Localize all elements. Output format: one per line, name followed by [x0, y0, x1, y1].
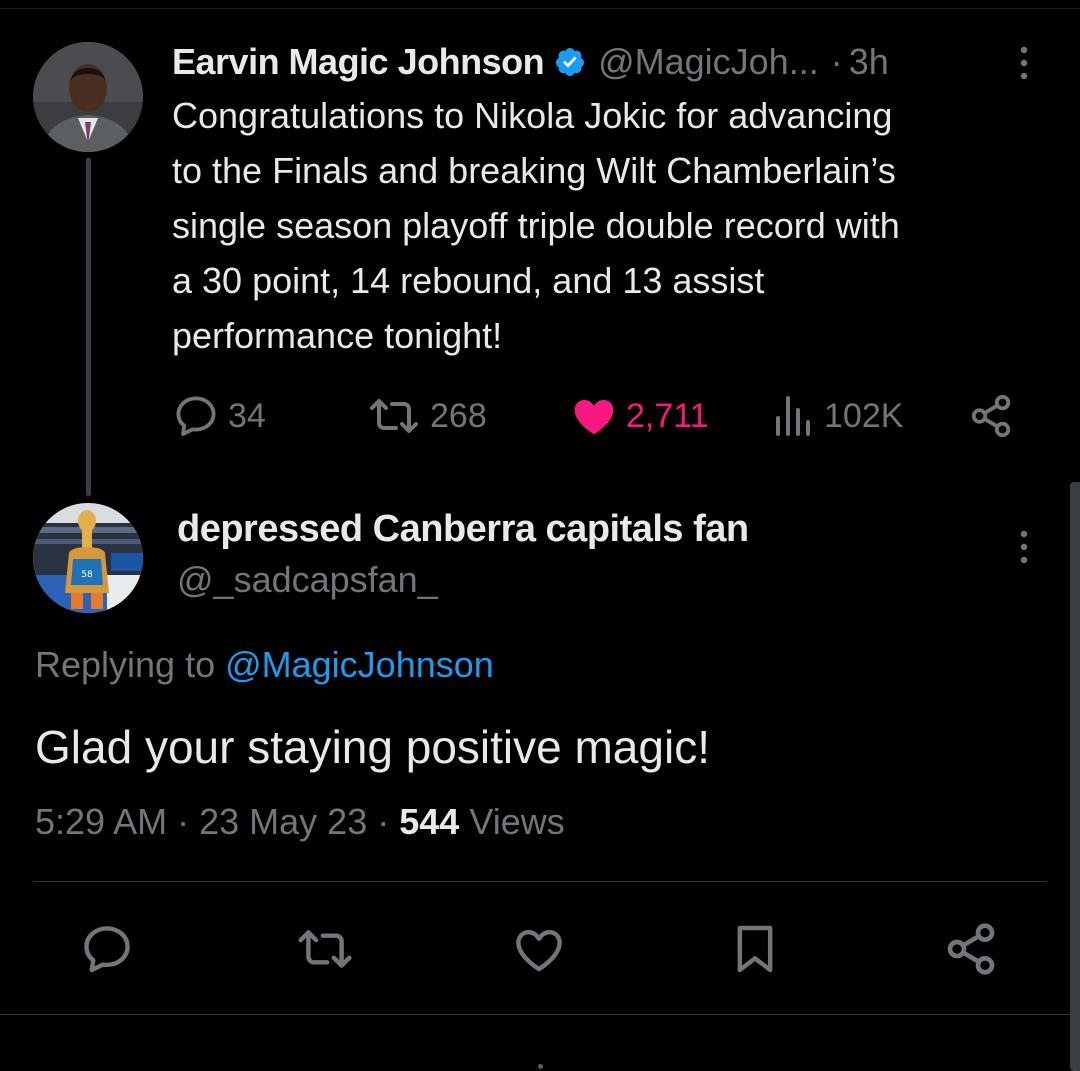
retweet-count: 268	[430, 396, 487, 435]
author-handle[interactable]: @MagicJoh...	[598, 41, 819, 83]
reply-button[interactable]	[76, 918, 138, 980]
share-button[interactable]	[968, 388, 1014, 444]
tweet-text-line: performance tonight!	[172, 315, 503, 356]
mention-link[interactable]: @MagicJohnson	[225, 644, 494, 685]
like-count: 2,711	[626, 396, 709, 435]
replying-to: Replying to @MagicJohnson	[35, 644, 494, 686]
share-button[interactable]	[940, 918, 1002, 980]
reply-button[interactable]: 34	[172, 388, 266, 444]
views-label: Views	[469, 801, 565, 842]
heart-icon	[516, 929, 562, 972]
avatar[interactable]	[33, 42, 143, 152]
tweet-text: Congratulations to Nikola Jokic for adva…	[172, 88, 1052, 363]
tweet-metadata: 5:29 AM · 23 May 23 · 544 Views	[35, 801, 565, 843]
tweet-date[interactable]: 23 May 23	[199, 801, 367, 842]
share-icon	[971, 394, 1011, 438]
tweet-text: Glad your staying positive magic!	[35, 721, 710, 773]
like-button[interactable]	[508, 918, 570, 980]
author-name[interactable]: Earvin Magic Johnson	[172, 41, 545, 83]
retweet-button[interactable]: 268	[366, 388, 487, 444]
share-icon	[947, 923, 995, 975]
tweet-text-line: a 30 point, 14 rebound, and 13 assist	[172, 260, 765, 301]
retweet-button[interactable]	[294, 918, 356, 980]
like-button[interactable]: 2,711	[570, 388, 709, 444]
tweet-text-line: to the Finals and breaking Wilt Chamberl…	[172, 150, 896, 191]
views-button[interactable]: 102K	[772, 388, 903, 444]
more-vertical-icon[interactable]	[1012, 528, 1036, 566]
views-count: 544	[399, 801, 460, 842]
author-handle[interactable]: @_sadcapsfan_	[177, 559, 438, 601]
divider	[33, 881, 1047, 882]
thread-connector-line	[86, 158, 91, 496]
divider	[0, 1014, 1080, 1015]
tweet-text-line: Congratulations to Nikola Jokic for adva…	[172, 95, 893, 136]
bookmark-icon	[737, 925, 773, 973]
verified-badge-icon	[556, 48, 585, 76]
timestamp[interactable]: 3h	[849, 41, 889, 83]
author-name[interactable]: depressed Canberra capitals fan	[177, 508, 749, 551]
bookmark-button[interactable]	[724, 918, 786, 980]
heart-icon	[574, 400, 614, 435]
reply-bubble-icon	[176, 396, 216, 436]
tweet-text-line: single season playoff triple double reco…	[172, 205, 900, 246]
views-count: 102K	[824, 396, 904, 435]
separator-dot: ·	[830, 41, 843, 82]
more-vertical-icon[interactable]	[1012, 44, 1036, 82]
svg-text:58: 58	[81, 570, 93, 580]
separator-dot: ·	[377, 801, 390, 842]
retweet-icon	[370, 399, 418, 433]
reply-bubble-icon	[84, 926, 130, 973]
bar-chart-icon	[776, 396, 810, 436]
tweet-header: Earvin Magic Johnson @MagicJoh... · 3h	[172, 40, 889, 84]
tweet-actions: 34 268 2,711 102K	[172, 388, 1032, 444]
retweet-icon	[298, 930, 352, 968]
scrollbar[interactable]	[1070, 482, 1080, 1071]
detail-action-bar	[0, 918, 1080, 980]
loading-dot	[538, 1064, 543, 1069]
separator-dot: ·	[177, 801, 190, 842]
top-divider	[0, 8, 1080, 9]
avatar[interactable]: 58	[33, 503, 143, 613]
replying-prefix: Replying to	[35, 644, 226, 685]
tweet-time[interactable]: 5:29 AM	[35, 801, 167, 842]
reply-count: 34	[228, 396, 266, 435]
